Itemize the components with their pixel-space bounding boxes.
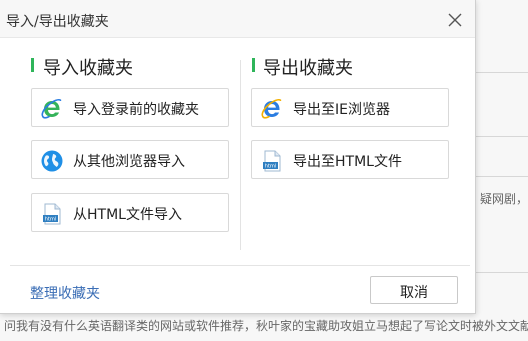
background-rule bbox=[476, 136, 528, 137]
export-to-html-label: 导出至HTML文件 bbox=[293, 154, 402, 170]
dialog-title: 导入/导出收藏夹 bbox=[6, 14, 109, 30]
import-from-other-browser-label: 从其他浏览器导入 bbox=[73, 154, 185, 170]
export-section-marker bbox=[252, 58, 255, 72]
import-from-html-button[interactable]: html 从HTML文件导入 bbox=[31, 193, 229, 232]
background-rule bbox=[476, 176, 528, 177]
column-divider bbox=[240, 60, 241, 250]
import-section-title: 导入收藏夹 bbox=[43, 58, 133, 79]
background-right-snippet: 疑网剧， bbox=[479, 192, 528, 206]
import-section-marker bbox=[31, 58, 34, 72]
background-rule bbox=[476, 72, 528, 73]
ie-logo-icon bbox=[261, 98, 282, 119]
footer-divider bbox=[10, 265, 470, 266]
html-file-icon: html bbox=[263, 150, 281, 172]
svg-text:html: html bbox=[265, 164, 277, 170]
export-to-html-button[interactable]: html 导出至HTML文件 bbox=[251, 140, 449, 179]
dialog-title-bar: 导入/导出收藏夹 bbox=[0, 0, 475, 38]
background-rule bbox=[476, 272, 528, 273]
organize-favorites-link[interactable]: 整理收藏夹 bbox=[30, 283, 100, 303]
import-before-login-label: 导入登录前的收藏夹 bbox=[73, 102, 199, 118]
background-bottom-snippet: 问我有没有什么英语翻译类的网站或软件推荐，秋叶家的宝藏助攻姐立马想起了写论文时被… bbox=[4, 319, 528, 333]
export-to-ie-button[interactable]: 导出至IE浏览器 bbox=[251, 88, 449, 127]
import-from-html-label: 从HTML文件导入 bbox=[73, 207, 182, 223]
export-section-title: 导出收藏夹 bbox=[263, 58, 353, 79]
ie-logo-icon bbox=[41, 98, 62, 119]
close-button[interactable] bbox=[447, 12, 463, 28]
cancel-button-label: 取消 bbox=[400, 285, 428, 301]
cancel-button[interactable]: 取消 bbox=[370, 276, 458, 304]
svg-text:html: html bbox=[45, 217, 57, 223]
globe-icon bbox=[41, 150, 63, 172]
import-from-other-browser-button[interactable]: 从其他浏览器导入 bbox=[31, 140, 229, 179]
html-file-icon: html bbox=[43, 203, 61, 225]
close-icon bbox=[448, 13, 462, 27]
import-before-login-button[interactable]: 导入登录前的收藏夹 bbox=[31, 88, 229, 127]
export-to-ie-label: 导出至IE浏览器 bbox=[293, 102, 390, 118]
import-export-favorites-dialog: 导入/导出收藏夹 导入收藏夹 导入登录前的收藏夹 从其他浏览器导入 html 从… bbox=[0, 0, 476, 314]
